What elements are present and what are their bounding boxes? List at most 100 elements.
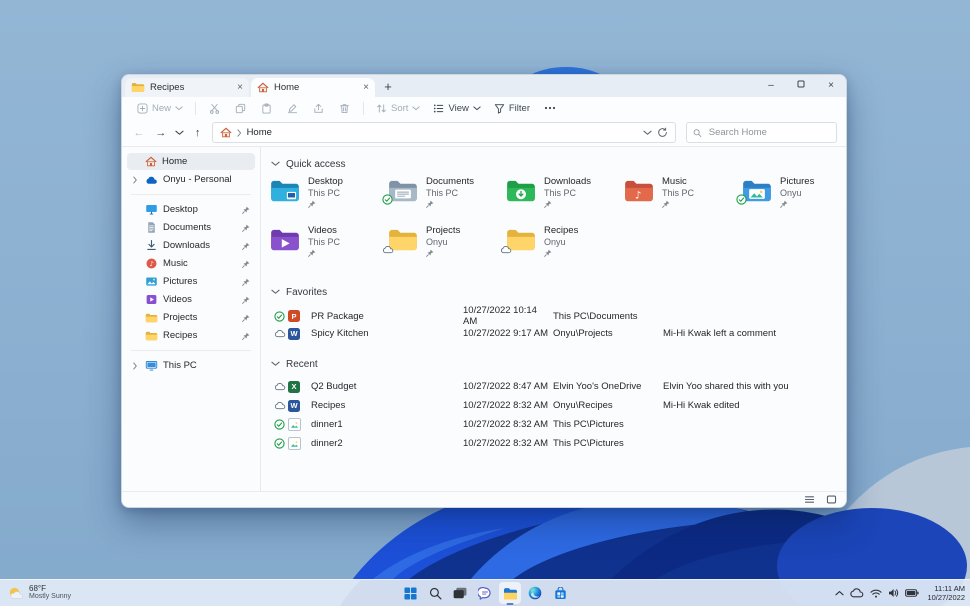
search-box[interactable] — [686, 122, 837, 143]
quick-access-item-videos[interactable]: Videos This PC — [269, 225, 387, 267]
file-row-dinner1[interactable]: dinner1 10/27/2022 8:32 AM This PC\Pictu… — [269, 415, 846, 434]
section-header-quick-access[interactable]: Quick access — [271, 157, 846, 171]
close-tab-icon[interactable]: × — [363, 82, 369, 93]
rename-button[interactable] — [281, 99, 304, 117]
quick-access-item-projects[interactable]: Projects Onyu — [387, 225, 505, 267]
cut-button[interactable] — [203, 99, 226, 117]
filter-button[interactable]: Filter — [489, 99, 535, 117]
close-button[interactable]: × — [816, 75, 846, 97]
start-button[interactable] — [399, 582, 421, 604]
section-title: Recent — [286, 358, 318, 370]
search-button[interactable] — [424, 582, 446, 604]
file-explorer-button[interactable] — [499, 582, 521, 604]
sidebar-item-projects[interactable]: Projects — [127, 309, 255, 326]
file-row-q2-budget[interactable]: X Q2 Budget 10/27/2022 8:47 AM Elvin Yoo… — [269, 377, 846, 396]
sidebar-item-pictures[interactable]: Pictures — [127, 273, 255, 290]
file-row-dinner2[interactable]: dinner2 10/27/2022 8:32 AM This PC\Pictu… — [269, 434, 846, 453]
sidebar-divider — [131, 350, 251, 351]
sort-icon — [377, 103, 386, 113]
sidebar-item-label: This PC — [163, 360, 197, 371]
quick-access-item-desktop[interactable]: Desktop This PC — [269, 176, 387, 218]
pin-icon — [308, 200, 316, 208]
chat-button[interactable] — [474, 582, 496, 604]
image-file-icon — [288, 437, 301, 450]
file-row-pr-package[interactable]: P PR Package 10/27/2022 10:14 AM This PC… — [269, 305, 846, 327]
file-activity: Mi-Hi Kwak edited — [663, 400, 740, 411]
sidebar-item-onedrive[interactable]: Onyu - Personal — [127, 171, 255, 188]
sidebar-divider — [131, 194, 251, 195]
edge-browser-button[interactable] — [524, 582, 546, 604]
quick-access-item-recipes[interactable]: Recipes Onyu — [505, 225, 623, 267]
quick-access-item-pictures[interactable]: Pictures Onyu — [741, 176, 846, 218]
item-location: Onyu — [780, 187, 802, 198]
folder-icon — [131, 82, 145, 93]
maximize-button[interactable] — [786, 75, 816, 97]
sidebar-item-this-pc[interactable]: This PC — [127, 357, 255, 374]
up-button[interactable]: ↑ — [190, 127, 206, 139]
pin-icon — [426, 200, 434, 208]
clock[interactable]: 11:11 AM 10/27/2022 — [927, 584, 965, 602]
recent-locations-chevron[interactable] — [175, 130, 184, 136]
quick-access-item-music[interactable]: ♪ Music This PC — [623, 176, 741, 218]
address-dropdown-chevron[interactable] — [643, 130, 652, 136]
tab-recipes[interactable]: Recipes × — [125, 78, 249, 97]
address-bar[interactable]: Home — [211, 122, 677, 143]
status-bar — [122, 491, 846, 507]
new-tab-button[interactable]: + — [379, 79, 397, 94]
sidebar-item-downloads[interactable]: Downloads — [127, 237, 255, 254]
breadcrumb[interactable]: Home — [247, 127, 272, 138]
svg-text:♪: ♪ — [150, 260, 154, 268]
sidebar-item-documents[interactable]: Documents — [127, 219, 255, 236]
desktop-icon — [146, 205, 157, 215]
search-icon — [429, 587, 442, 600]
pictures-icon — [146, 277, 157, 286]
file-name: dinner2 — [311, 438, 343, 449]
quick-access-item-documents[interactable]: Documents This PC — [387, 176, 505, 218]
sort-button[interactable]: Sort — [371, 99, 425, 117]
delete-button[interactable] — [333, 99, 356, 117]
share-button[interactable] — [307, 99, 330, 117]
sidebar-item-home[interactable]: Home — [127, 153, 255, 170]
file-row-spicy-kitchen[interactable]: W Spicy Kitchen 10/27/2022 9:17 AM Onyu\… — [269, 324, 846, 343]
section-header-favorites[interactable]: Favorites — [271, 285, 846, 299]
widgets-button[interactable]: 68°F Mostly Sunny — [7, 584, 71, 602]
section-title: Quick access — [286, 158, 346, 170]
battery-icon[interactable] — [905, 589, 920, 597]
microsoft-store-button[interactable] — [549, 582, 571, 604]
see-more-button[interactable] — [538, 99, 562, 117]
view-button[interactable]: View — [428, 99, 485, 117]
new-button[interactable]: New — [132, 99, 188, 117]
forward-button[interactable]: → — [153, 127, 169, 139]
show-hidden-icons-chevron[interactable] — [835, 590, 845, 596]
back-button[interactable]: ← — [131, 127, 147, 139]
item-name: Pictures — [780, 176, 815, 187]
file-date: 10/27/2022 8:32 AM — [463, 419, 549, 430]
copy-button[interactable] — [229, 99, 252, 117]
sidebar-item-music[interactable]: ♪ Music — [127, 255, 255, 272]
minimize-button[interactable]: – — [756, 75, 786, 97]
home-icon — [257, 82, 269, 93]
section-header-recent[interactable]: Recent — [271, 357, 846, 371]
sidebar-item-videos[interactable]: Videos — [127, 291, 255, 308]
file-date: 10/27/2022 10:14 AM — [463, 305, 537, 327]
task-view-button[interactable] — [449, 582, 471, 604]
quick-access-item-downloads[interactable]: Downloads This PC — [505, 176, 623, 218]
file-location: This PC\Documents — [553, 310, 638, 322]
file-row-recipes[interactable]: W Recipes 10/27/2022 8:32 AM Onyu\Recipe… — [269, 396, 846, 415]
paste-button[interactable] — [255, 99, 278, 117]
onedrive-tray-icon[interactable] — [850, 588, 864, 598]
downloads-icon — [147, 240, 156, 250]
details-view-icon[interactable] — [804, 495, 815, 504]
item-location: This PC — [308, 236, 341, 247]
filter-button-label: Filter — [508, 102, 530, 114]
large-thumbnails-view-icon[interactable] — [826, 495, 837, 504]
sidebar-item-desktop[interactable]: Desktop — [127, 201, 255, 218]
refresh-icon[interactable] — [657, 127, 668, 138]
wifi-icon[interactable] — [870, 589, 883, 598]
synced-badge-icon — [736, 194, 747, 205]
close-tab-icon[interactable]: × — [237, 82, 243, 93]
volume-icon[interactable] — [888, 588, 899, 598]
search-input[interactable] — [706, 126, 830, 139]
sidebar-item-recipes[interactable]: Recipes — [127, 327, 255, 344]
tab-home[interactable]: Home × — [251, 78, 375, 97]
